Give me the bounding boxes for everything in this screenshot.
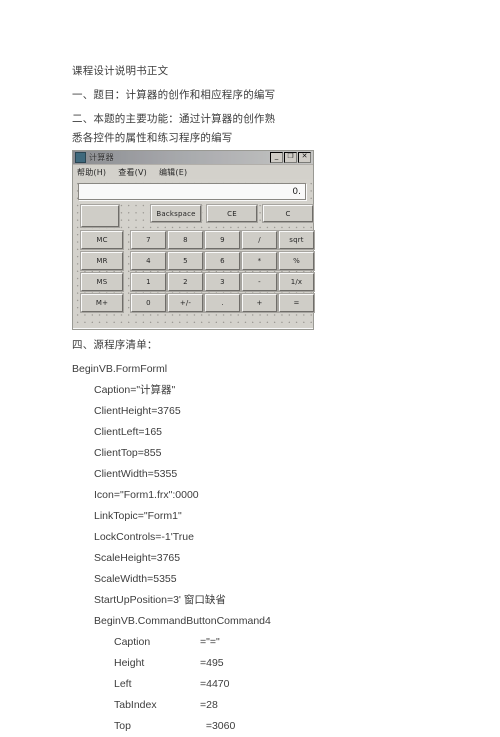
property-value: =495 [200,657,224,669]
maximize-button[interactable]: ❐ [284,152,297,163]
property-row: TabIndex =28 [72,695,402,716]
code-line: BeginVB.CommandButtonCommand4 [94,615,271,627]
calculator-screenshot: 计算器 _ ❐ ✕ 帮助(H) 查看(V) 编辑(E) 0. Backspace… [72,150,314,330]
key-1[interactable]: 1 [131,273,166,291]
property-value: ="=" [200,636,220,648]
source-listing-heading: 四、源程序清单： [72,339,158,351]
paragraph-topic: 一、题目：计算器的创作和相应程序的编写 [72,89,276,101]
ce-button[interactable]: CE [207,205,257,222]
property-name: Caption [114,636,151,648]
key-0[interactable]: 0 [131,294,166,312]
minimize-button[interactable]: _ [270,152,283,163]
vb-code-listing: BeginVB.FormForml Caption="计算器" ClientHe… [72,359,402,737]
menu-item-help[interactable]: 帮助(H) [77,167,106,178]
key-7[interactable]: 7 [131,231,166,249]
key-6[interactable]: 6 [205,252,240,270]
key-3[interactable]: 3 [205,273,240,291]
key-decimal[interactable]: . [205,294,240,312]
property-name: Height [114,657,145,669]
close-button[interactable]: ✕ [298,152,311,163]
calculator-display: 0. [78,183,306,200]
memory-clear-button[interactable]: MC [81,231,123,249]
memory-recall-button[interactable]: MR [81,252,123,270]
key-multiply[interactable]: * [242,252,277,270]
calculator-menubar: 帮助(H) 查看(V) 编辑(E) [73,165,313,179]
code-line: BeginVB.FormForml [72,363,168,375]
window-controls: _ ❐ ✕ [270,152,311,163]
code-line: LockControls=-1'True [94,531,194,543]
property-row: Caption ="=" [72,632,402,653]
key-reciprocal[interactable]: 1/x [279,273,314,291]
property-value: =4470 [200,678,230,690]
c-button[interactable]: C [263,205,313,222]
code-line: StartUpPosition=3' 窗口缺省 [94,594,226,606]
memory-indicator-box [81,205,119,227]
property-row: Left =4470 [72,674,402,695]
menu-item-edit[interactable]: 编辑(E) [159,167,187,178]
backspace-button[interactable]: Backspace [151,205,201,222]
code-line: ScaleWidth=5355 [94,573,177,585]
key-sign-toggle[interactable]: +/- [168,294,203,312]
calculator-titlebar: 计算器 _ ❐ ✕ [73,151,313,165]
key-minus[interactable]: - [242,273,277,291]
key-4[interactable]: 4 [131,252,166,270]
memory-store-button[interactable]: MS [81,273,123,291]
code-line: Icon="Form1.frx":0000 [94,489,199,501]
key-8[interactable]: 8 [168,231,203,249]
code-line: LinkTopic="Form1" [94,510,182,522]
property-value: =3060 [200,720,236,732]
property-name: TabIndex [114,699,157,711]
key-percent[interactable]: % [279,252,314,270]
code-line: ClientWidth=5355 [94,468,178,480]
code-line: ScaleHeight=3765 [94,552,181,564]
key-equals[interactable]: = [279,294,314,312]
code-line: ClientTop=855 [94,447,162,459]
key-divide[interactable]: / [242,231,277,249]
calculator-window-icon [75,152,86,163]
calculator-form-canvas: 0. Backspace CE C MC MR MS M+ 7 8 9 / sq… [73,179,314,328]
property-name: Left [114,678,132,690]
key-plus[interactable]: + [242,294,277,312]
property-row: Top =3060 [72,716,402,737]
calculator-window-title: 计算器 [89,153,114,162]
source-listing-section: 四、源程序清单： BeginVB.FormForml Caption="计算器"… [72,336,402,737]
property-value: =28 [200,699,218,711]
code-line: ClientLeft=165 [94,426,163,438]
key-5[interactable]: 5 [168,252,203,270]
key-sqrt[interactable]: sqrt [279,231,314,249]
menu-item-view[interactable]: 查看(V) [118,167,147,178]
key-9[interactable]: 9 [205,231,240,249]
property-row: Height =495 [72,653,402,674]
property-name: Top [114,720,131,732]
document-title-line: 课程设计说明书正文 [72,65,169,77]
key-2[interactable]: 2 [168,273,203,291]
memory-add-button[interactable]: M+ [81,294,123,312]
code-line: ClientHeight=3765 [94,405,181,417]
code-line: Caption="计算器" [94,384,176,396]
paragraph-main-function: 二、本题的主要功能：通过计算器的创作熟 悉各控件的属性和练习程序的编写 [72,113,276,144]
